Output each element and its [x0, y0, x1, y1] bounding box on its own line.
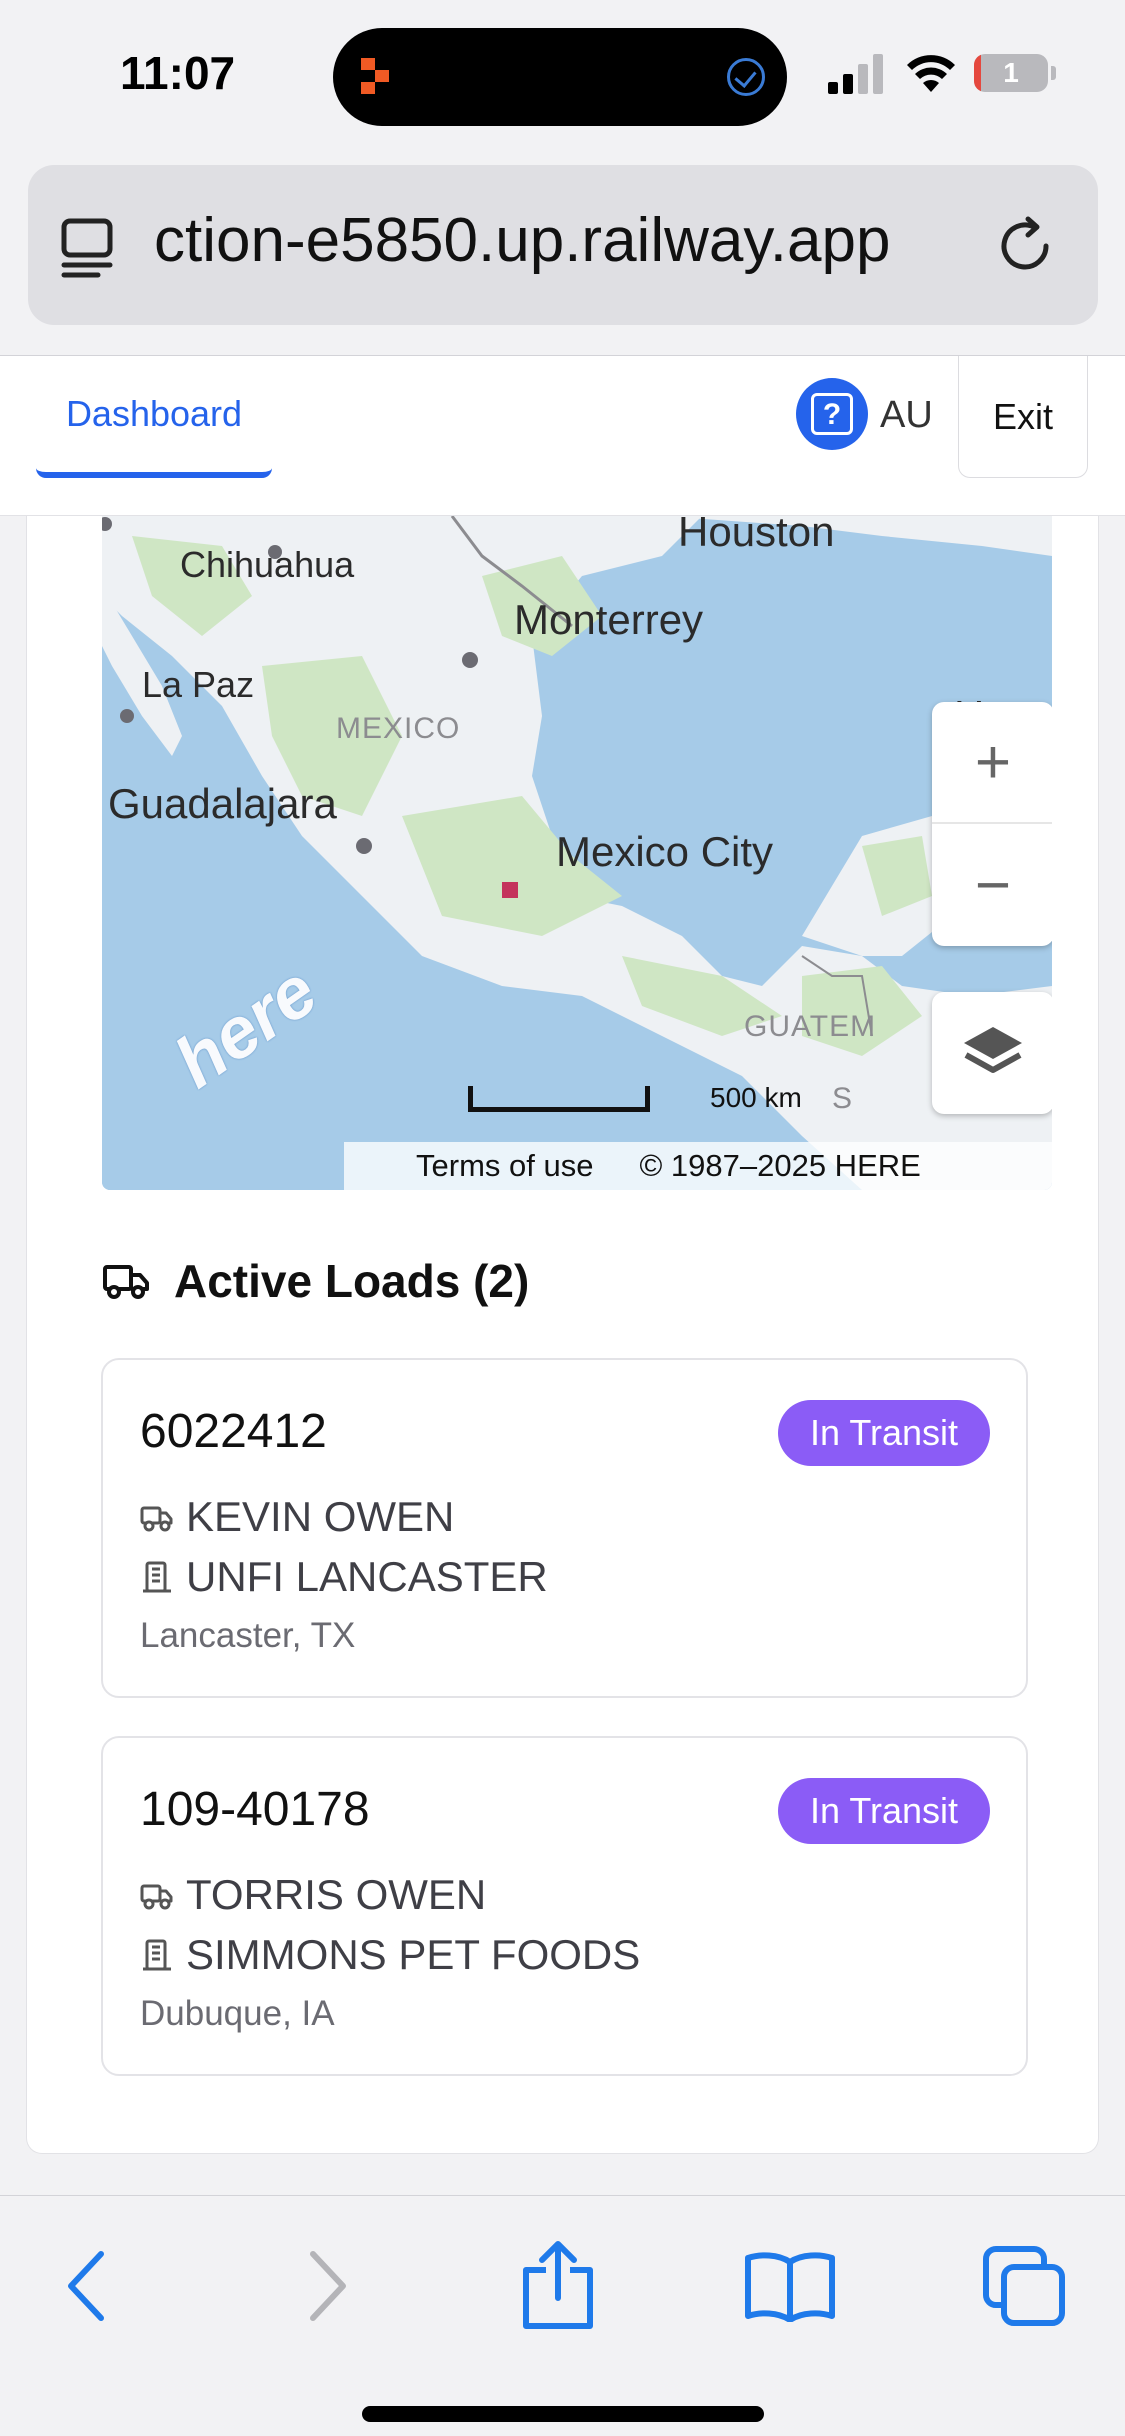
load-id: 6022412 — [140, 1405, 327, 1458]
building-icon — [143, 1561, 171, 1593]
cellular-signal-icon — [828, 54, 883, 94]
facility-row: UNFI LANCASTER — [140, 1552, 548, 1602]
browser-toolbar — [0, 2195, 1125, 2436]
zoom-control: + − — [932, 702, 1052, 946]
dashboard-card: Houston Chihuahua Monterrey La Paz MEXIC… — [26, 516, 1099, 2154]
status-bar: 11:07 1 — [0, 0, 1125, 150]
zoom-out-button[interactable]: − — [932, 824, 1052, 946]
load-id: 109-40178 — [140, 1783, 370, 1836]
battery-indicator: 1 — [974, 54, 1056, 94]
facility-name: UNFI LANCASTER — [186, 1553, 548, 1600]
map-label-guatemala: GUATEM — [744, 1010, 877, 1043]
help-button[interactable]: ? — [796, 378, 868, 450]
active-loads-title: Active Loads (2) — [174, 1255, 530, 1307]
driver-row: TORRIS OWEN — [140, 1870, 486, 1920]
status-time: 11:07 — [120, 47, 236, 99]
exit-button[interactable]: Exit — [958, 356, 1088, 478]
facility-name: SIMMONS PET FOODS — [186, 1931, 641, 1978]
facility-row: SIMMONS PET FOODS — [140, 1930, 640, 1980]
share-button[interactable] — [508, 2236, 608, 2336]
share-icon — [523, 2241, 593, 2329]
url-text[interactable]: ction-e5850.up.railway.app — [154, 205, 994, 276]
terms-of-use-link[interactable]: Terms of use — [416, 1148, 593, 1184]
user-initials[interactable]: AU — [880, 394, 933, 437]
map-label-chihuahua: Chihuahua — [180, 544, 355, 585]
driver-name: KEVIN OWEN — [186, 1493, 455, 1540]
map-label-houston: Houston — [678, 516, 835, 555]
scale-bar — [468, 1086, 650, 1112]
back-button[interactable] — [36, 2236, 136, 2336]
reload-icon[interactable] — [994, 215, 1056, 277]
battery-percent: 1 — [1003, 57, 1019, 88]
map-label-guadalajara: Guadalajara — [108, 780, 337, 827]
tabs-icon — [983, 2246, 1065, 2326]
truck-icon — [103, 1265, 149, 1299]
layers-button[interactable] — [932, 992, 1052, 1114]
bookmarks-icon — [745, 2252, 835, 2322]
map-label-monterrey: Monterrey — [514, 596, 704, 643]
tab-dashboard[interactable]: Dashboard — [36, 356, 272, 478]
zoom-in-button[interactable]: + — [932, 702, 1052, 824]
active-loads-header: Active Loads (2) — [102, 1251, 529, 1311]
help-icon: ? — [811, 393, 853, 435]
scale-label: 500 km — [710, 1082, 802, 1113]
checkmark-icon — [727, 58, 765, 96]
facility-location: Lancaster, TX — [140, 1616, 356, 1655]
forward-icon — [310, 2251, 346, 2321]
back-icon — [68, 2251, 104, 2321]
address-bar[interactable]: ction-e5850.up.railway.app — [28, 165, 1098, 325]
web-content: Dashboard ? AU Exit Houston Chihuahua Mo… — [0, 355, 1125, 2195]
facility-location: Dubuque, IA — [140, 1994, 335, 2033]
layers-icon — [964, 1027, 1022, 1073]
map[interactable]: Houston Chihuahua Monterrey La Paz MEXIC… — [102, 516, 1052, 1190]
load-card[interactable]: 109-40178 In Transit TORRIS OWEN SIMMONS… — [101, 1736, 1028, 2076]
truck-icon — [140, 1884, 173, 1910]
map-label-mexico-city: Mexico City — [556, 828, 774, 875]
map-label-salvador: S — [832, 1082, 854, 1115]
status-badge: In Transit — [777, 1778, 990, 1844]
truck-icon — [140, 1506, 173, 1532]
status-badge: In Transit — [777, 1400, 990, 1466]
driver-name: TORRIS OWEN — [186, 1871, 487, 1918]
driver-row: KEVIN OWEN — [140, 1492, 454, 1542]
app-header: Dashboard ? AU Exit — [0, 356, 1125, 516]
map-label-la-paz: La Paz — [142, 664, 255, 705]
load-card[interactable]: 6022412 In Transit KEVIN OWEN UNFI LANCA… — [101, 1358, 1028, 1698]
dynamic-island — [333, 28, 787, 126]
map-attribution: Terms of use © 1987–2025 HERE — [344, 1142, 1052, 1190]
building-icon — [143, 1939, 171, 1971]
bookmarks-button[interactable] — [740, 2236, 840, 2336]
copyright-text: © 1987–2025 HERE — [639, 1148, 921, 1183]
wifi-icon — [907, 55, 955, 92]
home-indicator — [362, 2406, 764, 2422]
app-activity-icon — [361, 58, 389, 94]
map-label-mexico: MEXICO — [336, 712, 461, 745]
forward-button[interactable] — [278, 2236, 378, 2336]
page-menu-icon[interactable] — [58, 215, 118, 279]
tabs-button[interactable] — [975, 2236, 1075, 2336]
